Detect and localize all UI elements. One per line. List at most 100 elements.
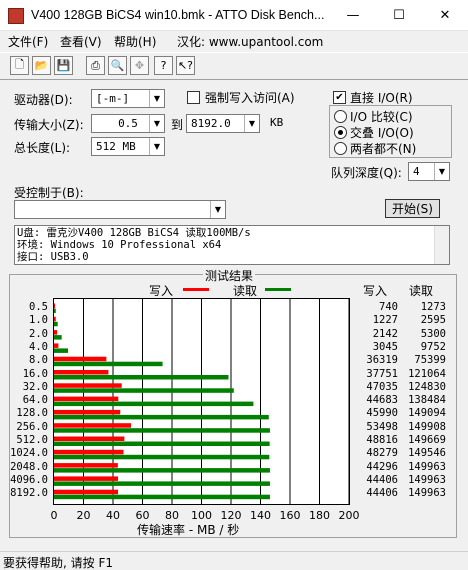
transfer-size-row-label: 32.0 (22, 380, 48, 393)
write-speed-value: 740 (379, 301, 398, 313)
write-speed-value: 44683 (366, 394, 398, 407)
maximize-button[interactable]: ☐ (376, 0, 422, 31)
write-speed-value: 47035 (366, 380, 398, 393)
new-document-icon[interactable]: 🗋 (10, 56, 29, 75)
help-icon[interactable]: ? (154, 56, 173, 75)
minimize-button[interactable]: — (330, 0, 376, 31)
x-tick-label: 120 (220, 509, 242, 522)
chevron-down-icon[interactable]: ▼ (210, 201, 225, 218)
total-length-select[interactable]: 512 MB ▼ (91, 137, 165, 156)
context-help-icon[interactable]: ↖? (176, 56, 195, 75)
toolbar: 🗋 📂 💾 ⎙ 🔍 ✥ ? ↖? (0, 52, 468, 80)
transfer-size-row-label: 1024.0 (10, 447, 48, 460)
menu-bar: 文件(F) 查看(V) 帮助(H) 汉化: www.upantool.com (0, 31, 468, 50)
transfer-size-row-label: 512.0 (16, 434, 48, 446)
read-bar (54, 481, 270, 486)
chevron-down-icon[interactable]: ▼ (244, 115, 259, 132)
drive-select[interactable]: [-m-] ▼ (91, 89, 165, 108)
write-speed-value: 45990 (366, 407, 398, 420)
close-button[interactable]: ✕ (422, 0, 468, 31)
transfer-size-row-label: 128.0 (16, 407, 48, 420)
x-axis-label: 传输速率 - MB / 秒 (137, 523, 240, 537)
read-speed-value: 149908 (408, 420, 446, 433)
start-button[interactable]: 开始(S) (385, 199, 440, 218)
write-speed-value: 48279 (366, 447, 398, 460)
read-bar (54, 414, 269, 420)
read-bar (54, 335, 62, 340)
read-speed-value: 149094 (408, 407, 446, 420)
read-speed-value: 9752 (420, 340, 446, 353)
read-speed-value: 2595 (420, 314, 446, 327)
queue-depth-label: 队列深度(Q): (331, 166, 402, 180)
column-write-header: 写入 (363, 284, 388, 298)
direct-io-checkbox[interactable]: ✔ (333, 91, 346, 104)
description-box[interactable]: U盘: 雷克沙V400 128GB BiCS4 读取100MB/s 环境: Wi… (14, 225, 450, 265)
read-bar (54, 401, 254, 407)
write-bar (54, 330, 58, 335)
drive-value: [-m-] (96, 92, 130, 105)
open-folder-icon[interactable]: 📂 (32, 56, 51, 75)
force-write-label: 强制写入访问(A) (205, 91, 295, 105)
read-speed-value: 149963 (408, 473, 446, 486)
read-bar (54, 321, 58, 327)
x-tick-label: 180 (309, 509, 330, 522)
transfer-size-row-label: 8.0 (29, 354, 48, 367)
move-icon[interactable]: ✥ (130, 56, 149, 75)
write-speed-value: 36319 (366, 354, 398, 367)
info-scrollbar[interactable] (434, 226, 449, 264)
chart-plot-area (53, 298, 350, 505)
status-text: 要获得帮助, 请按 F1 (3, 556, 113, 570)
io-compare-radio[interactable] (334, 110, 347, 123)
transfer-size-row-label: 2.0 (29, 327, 48, 340)
column-read-header: 读取 (409, 284, 434, 298)
chevron-down-icon[interactable]: ▼ (149, 138, 164, 155)
transfer-size-label: 传输大小(Z): (14, 118, 84, 132)
write-bar (54, 316, 56, 322)
read-bar (54, 348, 69, 353)
controlled-by-select[interactable]: ▼ (14, 200, 226, 219)
transfer-size-row-label: 1.0 (29, 314, 48, 327)
write-bar (54, 489, 119, 495)
write-bar (54, 356, 107, 362)
transfer-from-value: 0.5 (118, 117, 138, 130)
menu-file[interactable]: 文件(F) (8, 33, 48, 50)
transfer-from-select[interactable]: 0.5 ▼ (91, 114, 165, 133)
status-bar: 要获得帮助, 请按 F1 (0, 551, 468, 570)
x-tick-label: 0 (50, 509, 58, 522)
info-line-interface: 接口: USB3.0 (17, 251, 89, 263)
transfer-to-select[interactable]: 8192.0 ▼ (186, 114, 260, 133)
print-icon[interactable]: ⎙ (86, 56, 105, 75)
total-length-value: 512 MB (96, 140, 136, 153)
write-speed-value: 2142 (372, 327, 398, 340)
transfer-size-row-label: 8192.0 (10, 487, 48, 500)
force-write-checkbox[interactable] (187, 91, 200, 104)
save-icon[interactable]: 💾 (54, 56, 73, 75)
to-label: 到 (171, 118, 184, 132)
app-icon (8, 8, 24, 24)
write-bar (54, 396, 119, 402)
transfer-size-row-label: 2048.0 (10, 460, 48, 473)
write-bar (54, 449, 124, 455)
read-bar (54, 388, 234, 393)
transfer-size-row-label: 16.0 (22, 367, 48, 380)
drive-label: 驱动器(D): (14, 93, 73, 107)
queue-depth-select[interactable]: 4 ▼ (408, 162, 450, 181)
transfer-size-row-label: 4096.0 (10, 473, 48, 486)
transfer-size-row-label: 256.0 (16, 420, 48, 433)
menu-help[interactable]: 帮助(H) (114, 33, 156, 50)
neither-radio[interactable] (334, 142, 347, 155)
chevron-down-icon[interactable]: ▼ (434, 163, 449, 180)
chevron-down-icon[interactable]: ▼ (149, 90, 164, 107)
write-speed-value: 44296 (366, 460, 398, 473)
overlapped-io-radio[interactable] (334, 126, 347, 139)
read-bar (54, 428, 270, 433)
queue-depth-value: 4 (413, 165, 420, 178)
menu-view[interactable]: 查看(V) (60, 33, 102, 50)
write-bar (54, 370, 109, 375)
window-title: V400 128GB BiCS4 win10.bmk - ATTO Disk B… (31, 8, 325, 22)
write-bar (54, 409, 121, 415)
chevron-down-icon[interactable]: ▼ (149, 115, 164, 132)
write-speed-value: 44406 (366, 473, 398, 486)
print-preview-icon[interactable]: 🔍 (108, 56, 127, 75)
read-speed-value: 149546 (408, 447, 446, 460)
